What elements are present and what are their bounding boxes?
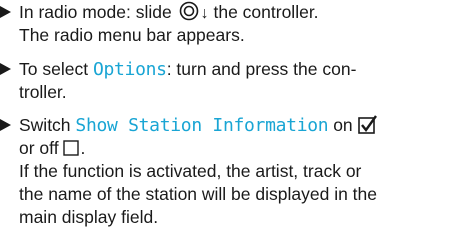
step-3-period: . [80,138,86,158]
slide-down-arrow-icon: ↓ [200,5,209,22]
bullet-arrow-icon [0,63,11,75]
step-2-text-end: : turn and press the con- [166,59,357,79]
checkbox-unchecked-icon [63,140,80,156]
step-3-line-4: the name of the station will be displaye… [19,184,377,204]
step-3-line-3: If the function is activated, the artist… [19,161,362,181]
controller-icon [179,1,198,21]
step-3-text-off: or off [19,138,59,158]
step-1-text: In radio mode: slide [19,2,172,22]
bullet-arrow-icon [0,119,11,131]
step-3-line-1: Switch Show Station Information on [19,114,378,137]
step-3-text: Switch [19,115,71,135]
show-station-information-menu-item: Show Station Information [75,115,329,136]
step-1-line-2: The radio menu bar appears. [19,25,245,45]
checkbox-checked-icon [357,115,377,134]
step-1-line-1: In radio mode: slide ↓ the controller. [19,1,319,25]
step-3-text-on: on [333,115,353,135]
step-2-line-1: To select Options: turn and press the co… [19,58,356,81]
step-2-line-2: troller. [19,82,67,102]
step-2-text: To select [19,59,89,79]
bullet-arrow-icon [0,6,11,18]
step-3-line-2: or off . [19,137,85,159]
options-menu-item: Options [92,59,167,80]
step-3-line-5: main display field. [19,207,159,227]
step-1-text-end: the controller. [213,2,319,22]
